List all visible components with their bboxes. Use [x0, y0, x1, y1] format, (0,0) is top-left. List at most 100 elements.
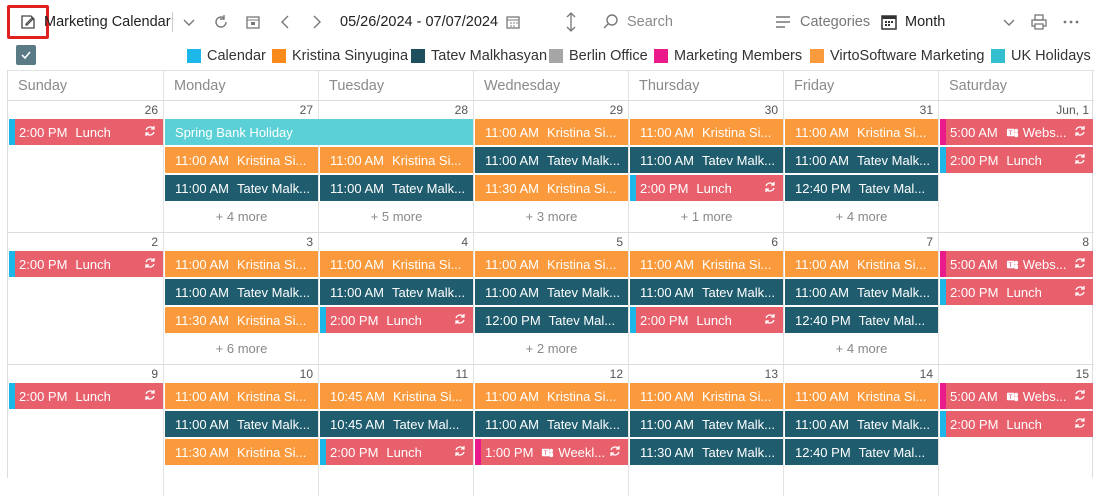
calendar-event[interactable]: 10:45 AM Tatev Mal...	[320, 411, 473, 437]
calendar-event[interactable]: 11:00 AM Tatev Malk...	[320, 279, 473, 305]
legend-item-virto[interactable]: VirtoSoftware Marketing	[810, 47, 984, 65]
calendar-event[interactable]: 11:00 AM Tatev Malk...	[165, 279, 318, 305]
calendar-event[interactable]: 11:00 AM Kristina Si...	[785, 251, 938, 277]
more-events-link[interactable]: + 6 more	[164, 335, 319, 361]
swatch	[991, 49, 1005, 63]
calendar-event[interactable]: 10:45 AM Kristina Si...	[320, 383, 473, 409]
edit-calendar-button[interactable]	[7, 5, 49, 39]
more-events-link[interactable]: + 2 more	[474, 335, 629, 361]
calendar-event[interactable]: 11:00 AM Kristina Si...	[320, 251, 473, 277]
calendar-event[interactable]: 11:00 AM Tatev Malk...	[785, 411, 938, 437]
swatch	[411, 49, 425, 63]
legend-item-tatev[interactable]: Tatev Malkhasyan	[411, 47, 547, 65]
event-title: Tatev Malk...	[856, 152, 930, 168]
calendar-picker-icon[interactable]	[502, 11, 524, 33]
calendar-event[interactable]: 11:00 AM Kristina Si...	[785, 383, 938, 409]
categories-icon[interactable]	[772, 11, 794, 33]
calendar-event[interactable]: 2:00 PM Lunch	[940, 411, 1093, 437]
view-chevron-down-icon[interactable]	[998, 11, 1020, 33]
chevron-down-icon[interactable]	[178, 11, 200, 33]
more-events-link[interactable]: + 4 more	[784, 203, 939, 229]
calendar-event[interactable]: 11:00 AM Tatev Malk...	[785, 147, 938, 173]
today-icon[interactable]	[242, 11, 264, 33]
calendar-event[interactable]: 11:30 AM Kristina Si...	[475, 175, 628, 201]
calendar-event[interactable]: 11:00 AM Tatev Malk...	[165, 411, 318, 437]
calendar-event[interactable]: 11:00 AM Kristina Si...	[475, 251, 628, 277]
day-number: 7	[926, 235, 933, 249]
calendar-event[interactable]: 11:00 AM Kristina Si...	[785, 119, 938, 145]
search-icon[interactable]	[600, 11, 622, 33]
calendar-event[interactable]: Spring Bank Holiday	[165, 119, 473, 145]
calendar-event[interactable]: 11:00 AM Tatev Malk...	[630, 279, 783, 305]
legend-item-calendar[interactable]: Calendar	[187, 47, 266, 65]
calendar-event[interactable]: 11:00 AM Tatev Malk...	[630, 411, 783, 437]
view-selector[interactable]: Month	[905, 14, 945, 30]
calendar-event[interactable]: 5:00 AM T Webs...	[940, 119, 1093, 145]
calendar-event[interactable]: 12:40 PM Tatev Mal...	[785, 175, 938, 201]
calendar-event[interactable]: 1:00 PM T Weekl...	[475, 439, 628, 465]
calendar-event[interactable]: 11:00 AM Tatev Malk...	[320, 175, 473, 201]
date-range[interactable]: 05/26/2024 - 07/07/2024	[340, 14, 498, 30]
calendar-event[interactable]: 2:00 PM Lunch	[630, 175, 783, 201]
calendar-event[interactable]: 11:30 AM Tatev Malk...	[630, 439, 783, 465]
more-events-link[interactable]: + 3 more	[474, 203, 629, 229]
more-events-link[interactable]: + 4 more	[784, 335, 939, 361]
day-number: 4	[461, 235, 468, 249]
calendar-event[interactable]: 11:00 AM Tatev Malk...	[630, 147, 783, 173]
calendar-event[interactable]: 11:00 AM Kristina Si...	[475, 383, 628, 409]
expand-vertical-icon[interactable]	[560, 11, 582, 33]
calendar-event[interactable]: 12:40 PM Tatev Mal...	[785, 439, 938, 465]
calendar-event[interactable]: 11:00 AM Tatev Malk...	[475, 411, 628, 437]
recurring-icon	[143, 388, 157, 402]
calendar-event[interactable]: 11:00 AM Kristina Si...	[630, 383, 783, 409]
more-events-link[interactable]: + 1 more	[629, 203, 784, 229]
calendar-event[interactable]: 5:00 AM T Webs...	[940, 383, 1093, 409]
search-input[interactable]: Search	[627, 14, 673, 30]
more-options-icon[interactable]	[1060, 11, 1082, 33]
more-events-link[interactable]: + 4 more	[164, 203, 319, 229]
calendar-event[interactable]: 11:00 AM Kristina Si...	[165, 147, 318, 173]
categories-button[interactable]: Categories	[800, 14, 870, 30]
day-header-thursday: Thursday	[629, 70, 784, 100]
calendar-event[interactable]: 11:00 AM Tatev Malk...	[475, 147, 628, 173]
calendar-event[interactable]: 2:00 PM Lunch	[9, 251, 163, 277]
select-all-checkbox[interactable]	[16, 45, 36, 65]
calendar-event[interactable]: 11:00 AM Kristina Si...	[475, 119, 628, 145]
calendar-event[interactable]: 11:00 AM Kristina Si...	[320, 147, 473, 173]
calendar-event[interactable]: 2:00 PM Lunch	[320, 307, 473, 333]
calendar-event[interactable]: 11:30 AM Kristina Si...	[165, 307, 318, 333]
next-icon[interactable]	[306, 11, 328, 33]
calendar-event[interactable]: 2:00 PM Lunch	[630, 307, 783, 333]
calendar-event[interactable]: 2:00 PM Lunch	[940, 279, 1093, 305]
calendar-event[interactable]: 11:00 AM Tatev Malk...	[785, 279, 938, 305]
legend-item-uk-holidays[interactable]: UK Holidays	[991, 47, 1091, 65]
calendar-event[interactable]: 2:00 PM Lunch	[9, 119, 163, 145]
calendar-event[interactable]: 5:00 AM T Webs...	[940, 251, 1093, 277]
month-view-icon[interactable]	[878, 11, 900, 33]
calendar-event[interactable]: 12:00 PM Tatev Mal...	[475, 307, 628, 333]
category-bar	[630, 175, 636, 201]
previous-icon[interactable]	[274, 11, 296, 33]
legend-label: UK Holidays	[1011, 48, 1091, 64]
calendar-event[interactable]: 11:00 AM Kristina Si...	[630, 119, 783, 145]
print-icon[interactable]	[1028, 11, 1050, 33]
calendar-event[interactable]: 11:00 AM Kristina Si...	[630, 251, 783, 277]
more-events-link[interactable]: + 5 more	[319, 203, 474, 229]
legend-item-berlin[interactable]: Berlin Office	[549, 47, 648, 65]
event-title: Webs...	[1022, 388, 1067, 404]
calendar-event[interactable]: 11:00 AM Tatev Malk...	[165, 175, 318, 201]
calendar-event[interactable]: 11:00 AM Kristina Si...	[165, 251, 318, 277]
calendar-name[interactable]: Marketing Calendar	[44, 14, 171, 30]
legend-item-members[interactable]: Marketing Members	[654, 47, 802, 65]
calendar-event[interactable]: 12:40 PM Tatev Mal...	[785, 307, 938, 333]
calendar-event[interactable]: 11:00 AM Kristina Si...	[165, 383, 318, 409]
calendar-event[interactable]: 11:00 AM Tatev Malk...	[475, 279, 628, 305]
day-number: 26	[144, 103, 158, 117]
calendar-event[interactable]: 2:00 PM Lunch	[940, 147, 1093, 173]
calendar-event[interactable]: 2:00 PM Lunch	[9, 383, 163, 409]
legend-item-kristina[interactable]: Kristina Sinyugina	[272, 47, 408, 65]
calendar-event[interactable]: 2:00 PM Lunch	[320, 439, 473, 465]
calendar-event[interactable]: 11:30 AM Kristina Si...	[165, 439, 318, 465]
event-time: 11:00 AM	[175, 180, 229, 196]
refresh-icon[interactable]	[210, 11, 232, 33]
